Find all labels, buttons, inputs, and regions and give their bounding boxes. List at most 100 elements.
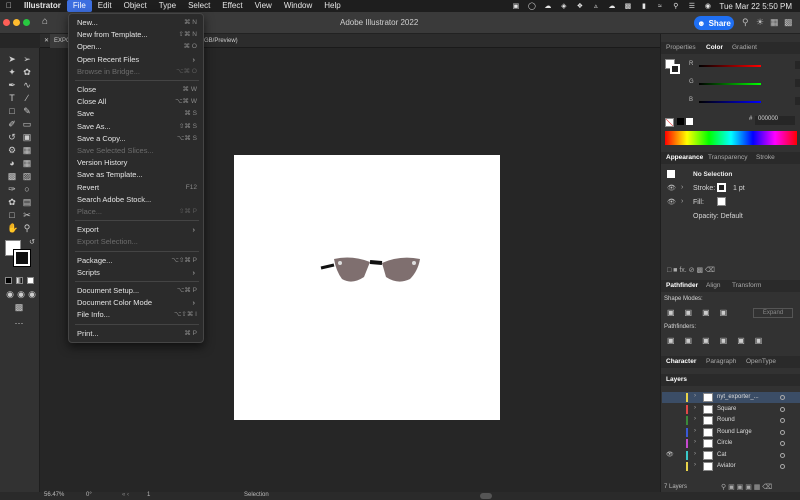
layer-expand-icon[interactable]: › bbox=[694, 416, 696, 422]
pen-tool-icon[interactable]: ✒ bbox=[7, 80, 17, 90]
menu-item-save-as[interactable]: Save As... ⇧⌘ S bbox=[77, 121, 197, 132]
menu-item-print[interactable]: Print... ⌘ P bbox=[77, 328, 197, 339]
expand-button[interactable]: Expand bbox=[753, 308, 793, 318]
menu-item-close[interactable]: Close ⌘ W bbox=[77, 84, 197, 95]
menu-item-document-setup[interactable]: Document Setup... ⌥⌘ P bbox=[77, 285, 197, 296]
discover-icon[interactable]: ☀ bbox=[756, 17, 764, 28]
layer-row[interactable]: › Aviator bbox=[662, 461, 800, 472]
direct-selection-tool-icon[interactable]: ➢ bbox=[22, 54, 32, 64]
shape-builder-tool-icon[interactable]: ◕ bbox=[7, 158, 17, 168]
pathfinder-buttons[interactable]: ▣▣▣▣▣▣ bbox=[667, 336, 772, 345]
creative-cloud-icon[interactable]: ☁ bbox=[607, 2, 616, 10]
menu-item-search-adobe-stock[interactable]: Search Adobe Stock... bbox=[77, 194, 197, 205]
color-spectrum[interactable] bbox=[665, 131, 797, 145]
layer-visibility-icon[interactable]: 👁 bbox=[666, 451, 674, 458]
clock[interactable]: Tue Mar 22 5:50 PM bbox=[719, 2, 792, 11]
layer-row[interactable]: › Square bbox=[662, 404, 800, 415]
arrange-icon[interactable]: ▩ bbox=[784, 17, 793, 28]
blue-track[interactable] bbox=[699, 101, 761, 103]
menu-window[interactable]: Window bbox=[278, 0, 318, 12]
draw-behind-icon[interactable]: ◉ bbox=[16, 289, 26, 299]
blue-value[interactable]: 0 bbox=[795, 97, 800, 105]
menu-item-save[interactable]: Save ⌘ S bbox=[77, 108, 197, 119]
blue-slider[interactable]: B 0 bbox=[689, 97, 800, 105]
hex-input[interactable]: 000000 bbox=[755, 116, 795, 125]
menu-item-document-color-mode[interactable]: Document Color Mode › bbox=[77, 297, 197, 308]
close-window-button[interactable] bbox=[3, 19, 10, 26]
red-track[interactable] bbox=[699, 65, 761, 67]
gradient-tool-icon[interactable]: ▨ bbox=[22, 171, 32, 181]
symbol-sprayer-tool-icon[interactable]: ✿ bbox=[7, 197, 17, 207]
layer-expand-icon[interactable]: › bbox=[694, 451, 696, 457]
battery-icon[interactable]: ▮ bbox=[639, 2, 648, 10]
perspective-grid-tool-icon[interactable]: ▦ bbox=[22, 158, 32, 168]
artboard-number[interactable]: 1 bbox=[147, 492, 150, 498]
drive-icon[interactable]: ▵ bbox=[591, 2, 600, 10]
draw-normal-icon[interactable]: ◉ bbox=[5, 289, 15, 299]
share-button[interactable]: ☻ Share bbox=[694, 16, 734, 30]
workspace-icon[interactable]: ▦ bbox=[770, 17, 779, 28]
scale-tool-icon[interactable]: ▣ bbox=[22, 132, 32, 142]
layer-row[interactable]: 👁 › Cat bbox=[662, 450, 800, 461]
home-icon[interactable]: ⌂ bbox=[42, 16, 48, 27]
red-value[interactable]: 0 bbox=[795, 61, 800, 69]
opacity-label[interactable]: Opacity: Default bbox=[693, 213, 743, 220]
stroke-expand-icon[interactable]: › bbox=[681, 184, 683, 191]
stroke-weight[interactable]: 1 pt bbox=[733, 185, 745, 192]
layer-name[interactable]: Square bbox=[717, 406, 736, 412]
tab-opentype[interactable]: OpenType bbox=[741, 356, 781, 368]
tab-align[interactable]: Align bbox=[701, 280, 725, 292]
layer-expand-icon[interactable]: › bbox=[694, 428, 696, 434]
shaper-tool-icon[interactable]: ✐ bbox=[7, 119, 17, 129]
layer-name[interactable]: Round Large bbox=[717, 429, 752, 435]
menu-file[interactable]: File bbox=[66, 0, 92, 12]
none-mode-icon[interactable] bbox=[27, 277, 34, 284]
paintbrush-tool-icon[interactable]: ✎ bbox=[22, 106, 32, 116]
menu-item-export[interactable]: Export › bbox=[77, 224, 197, 235]
zoom-window-button[interactable] bbox=[23, 19, 30, 26]
zoom-level[interactable]: 56.47% bbox=[44, 492, 64, 498]
tab-transparency[interactable]: Transparency bbox=[703, 152, 753, 164]
control-center-icon[interactable]: ☰ bbox=[687, 2, 696, 10]
layer-name[interactable]: Round bbox=[717, 417, 735, 423]
tab-stroke[interactable]: Stroke bbox=[751, 152, 780, 164]
layer-name[interactable]: Circle bbox=[717, 440, 732, 446]
layer-target-icon[interactable] bbox=[780, 418, 785, 423]
tab-paragraph[interactable]: Paragraph bbox=[701, 356, 741, 368]
zoom-tool-icon[interactable]: ⚲ bbox=[22, 223, 32, 233]
layer-name[interactable]: Aviator bbox=[717, 463, 736, 469]
black-swatch[interactable] bbox=[677, 118, 684, 125]
color-mode-icon[interactable] bbox=[5, 277, 12, 284]
stroke-swatch-mini[interactable] bbox=[717, 183, 726, 192]
menu-item-package[interactable]: Package... ⌥⇧⌘ P bbox=[77, 255, 197, 266]
type-tool-icon[interactable]: T bbox=[7, 93, 17, 103]
menu-type[interactable]: Type bbox=[153, 0, 182, 12]
layer-target-icon[interactable] bbox=[780, 429, 785, 435]
sunglasses-artwork[interactable] bbox=[234, 155, 500, 420]
green-value[interactable]: 0 bbox=[795, 79, 800, 87]
search-icon[interactable]: ⚲ bbox=[671, 2, 680, 10]
layer-target-icon[interactable] bbox=[780, 406, 785, 412]
curvature-tool-icon[interactable]: ∿ bbox=[22, 80, 32, 90]
artboard-tool-icon[interactable]: □ bbox=[7, 210, 17, 220]
layer-name[interactable]: Cat bbox=[717, 452, 726, 458]
green-track[interactable] bbox=[699, 83, 761, 85]
lasso-tool-icon[interactable]: ✿ bbox=[22, 67, 32, 77]
artboard[interactable] bbox=[234, 155, 500, 420]
shape-mode-buttons[interactable]: ▣▣▣▣ bbox=[667, 308, 737, 317]
menu-item-open-recent-files[interactable]: Open Recent Files › bbox=[77, 54, 197, 65]
menu-item-new[interactable]: New... ⌘ N bbox=[77, 17, 197, 28]
search-help-icon[interactable]: ⚲ bbox=[742, 17, 749, 28]
layer-target-icon[interactable] bbox=[780, 464, 785, 469]
layers-footer-icons[interactable]: ⚲ ▣ ▣ ▣ ▦ ⌫ bbox=[721, 483, 772, 491]
none-color-icon[interactable] bbox=[665, 118, 674, 127]
menu-item-save-a-copy[interactable]: Save a Copy... ⌥⌘ S bbox=[77, 133, 197, 144]
blend-tool-icon[interactable]: ○ bbox=[22, 184, 32, 194]
fill-swatch-mini[interactable] bbox=[717, 197, 726, 206]
green-slider[interactable]: G 0 bbox=[689, 79, 800, 87]
eraser-tool-icon[interactable]: ▭ bbox=[22, 119, 32, 129]
layer-expand-icon[interactable]: › bbox=[694, 462, 696, 468]
layer-row[interactable]: › nyt_exporter_... bbox=[662, 392, 800, 403]
tab-pathfinder[interactable]: Pathfinder bbox=[661, 280, 703, 292]
layer-name[interactable]: nyt_exporter_... bbox=[717, 394, 759, 400]
